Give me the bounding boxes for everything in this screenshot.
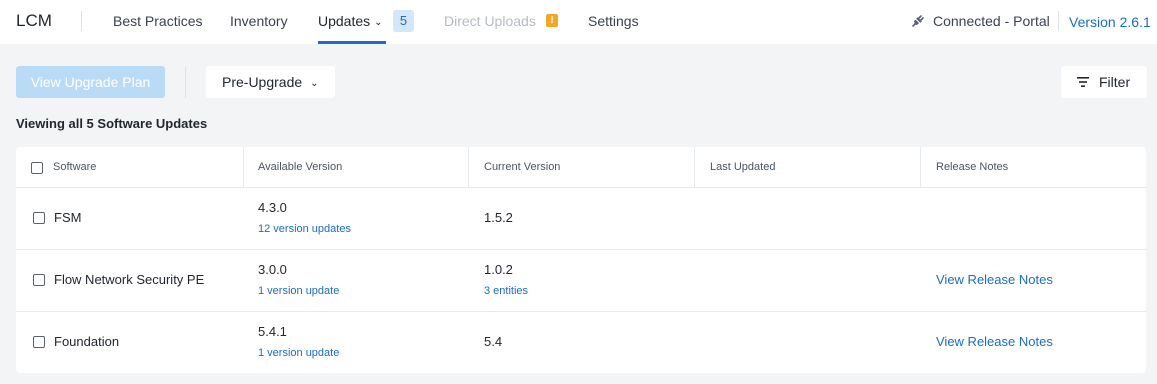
current-entities-link[interactable]: 3 entities bbox=[484, 285, 528, 297]
updates-count-badge: 5 bbox=[393, 10, 414, 32]
row-checkbox[interactable] bbox=[33, 274, 45, 286]
available-updates-link[interactable]: 12 version updates bbox=[258, 223, 351, 235]
software-updates-table: Software Available Version Current Versi… bbox=[16, 147, 1146, 373]
column-header-current-version[interactable]: Current Version bbox=[484, 147, 560, 188]
available-version: 4.3.0 bbox=[258, 200, 287, 215]
view-release-notes-link[interactable]: View Release Notes bbox=[936, 334, 1053, 349]
warning-icon: ! bbox=[546, 14, 558, 27]
chevron-down-icon: ⌄ bbox=[374, 17, 383, 28]
app-title: LCM bbox=[16, 11, 52, 30]
column-header-last-updated[interactable]: Last Updated bbox=[710, 147, 775, 188]
plug-icon bbox=[912, 15, 924, 27]
table-row: Foundation 5.4.1 1 version update 5.4 Vi… bbox=[16, 312, 1146, 374]
available-updates-link[interactable]: 1 version update bbox=[258, 285, 339, 297]
stage-dropdown[interactable]: Pre-Upgrade ⌄ bbox=[206, 66, 335, 98]
column-header-software[interactable]: Software bbox=[53, 147, 96, 188]
available-updates-link[interactable]: 1 version update bbox=[258, 347, 339, 359]
column-header-available-version[interactable]: Available Version bbox=[258, 147, 342, 188]
view-upgrade-plan-button[interactable]: View Upgrade Plan bbox=[16, 66, 165, 98]
current-version: 5.4 bbox=[484, 334, 503, 349]
filter-button[interactable]: Filter bbox=[1061, 66, 1147, 98]
nav-direct-uploads[interactable]: Direct Uploads bbox=[444, 13, 536, 29]
nav-inventory[interactable]: Inventory bbox=[230, 13, 288, 29]
nav-best-practices[interactable]: Best Practices bbox=[113, 13, 202, 29]
software-name: Foundation bbox=[54, 334, 120, 349]
nav-divider bbox=[1058, 11, 1059, 31]
nav-updates-label: Updates bbox=[318, 13, 371, 29]
nav-divider bbox=[81, 11, 82, 31]
column-divider bbox=[920, 147, 921, 188]
filter-icon bbox=[1077, 77, 1089, 87]
available-version: 3.0.0 bbox=[258, 262, 287, 277]
filter-label: Filter bbox=[1099, 74, 1131, 90]
results-summary: Viewing all 5 Software Updates bbox=[16, 116, 208, 131]
table-row: Flow Network Security PE 3.0.0 1 version… bbox=[16, 250, 1146, 312]
column-divider bbox=[468, 147, 469, 188]
stage-dropdown-label: Pre-Upgrade bbox=[222, 74, 303, 90]
table-header: Software Available Version Current Versi… bbox=[16, 147, 1146, 188]
toolbar-divider bbox=[185, 66, 186, 98]
available-version: 5.4.1 bbox=[258, 324, 287, 339]
column-divider bbox=[243, 147, 244, 188]
connection-status: Connected - Portal bbox=[933, 13, 1050, 29]
top-nav-bar: LCM Best Practices Inventory Updates ⌄ 5 … bbox=[0, 0, 1157, 44]
nav-updates[interactable]: Updates ⌄ bbox=[318, 13, 383, 29]
chevron-down-icon: ⌄ bbox=[310, 78, 319, 89]
column-header-release-notes[interactable]: Release Notes bbox=[936, 147, 1008, 188]
version-link[interactable]: Version 2.6.1 bbox=[1069, 14, 1151, 30]
column-divider bbox=[694, 147, 695, 188]
software-name: Flow Network Security PE bbox=[54, 272, 205, 287]
row-checkbox[interactable] bbox=[33, 212, 45, 224]
active-tab-underline bbox=[318, 41, 386, 44]
current-version: 1.5.2 bbox=[484, 210, 513, 225]
select-all-checkbox[interactable] bbox=[31, 162, 43, 174]
row-checkbox[interactable] bbox=[33, 336, 45, 348]
software-name: FSM bbox=[54, 210, 82, 225]
nav-settings[interactable]: Settings bbox=[588, 13, 639, 29]
view-release-notes-link[interactable]: View Release Notes bbox=[936, 272, 1053, 287]
current-version: 1.0.2 bbox=[484, 262, 513, 277]
table-row: FSM 4.3.0 12 version updates 1.5.2 bbox=[16, 188, 1146, 250]
